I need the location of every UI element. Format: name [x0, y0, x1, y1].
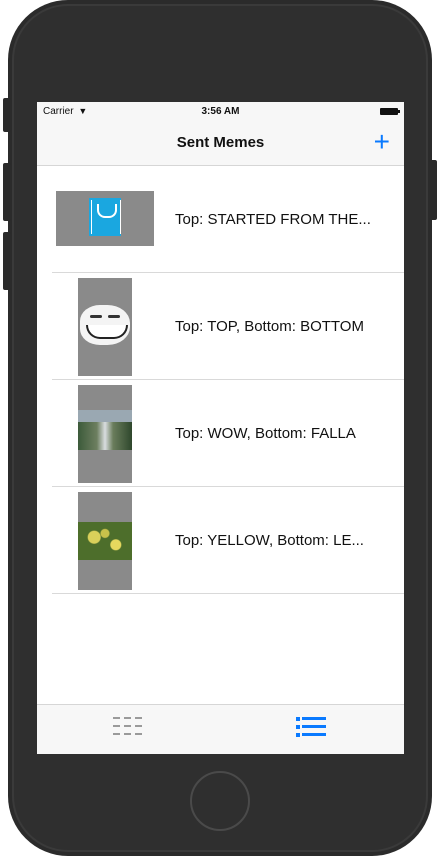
list-icon [296, 714, 326, 738]
navigation-bar: Sent Memes + [37, 122, 404, 166]
meme-thumbnail [78, 278, 132, 376]
troll-mouth [86, 325, 128, 339]
tab-grid[interactable] [37, 705, 220, 754]
waterfall-sky [78, 410, 132, 422]
meme-thumbnail [78, 385, 132, 483]
meme-label: Top: WOW, Bottom: FALLA [175, 425, 356, 442]
meme-thumbnail [56, 191, 154, 246]
home-button[interactable] [190, 771, 250, 831]
phone-screen: Carrier ▼ 3:56 AM Sent Memes + Top: STAR… [37, 102, 404, 754]
table-row[interactable]: Top: STARTED FROM THE... [37, 166, 404, 273]
status-time: 3:56 AM [201, 106, 240, 117]
volume-down-button [3, 232, 11, 290]
udacity-logo-image [89, 198, 121, 236]
sent-memes-table: Top: STARTED FROM THE... Top: TOP, Botto… [37, 166, 404, 594]
yellow-flowers-image [78, 522, 132, 560]
meme-label: Top: YELLOW, Bottom: LE... [175, 532, 364, 549]
add-meme-button[interactable]: + [374, 126, 390, 158]
mute-switch [3, 98, 11, 132]
troll-eye [108, 315, 120, 318]
meme-thumbnail [78, 492, 132, 590]
table-row[interactable]: Top: YELLOW, Bottom: LE... [37, 487, 404, 594]
meme-label: Top: TOP, Bottom: BOTTOM [175, 318, 364, 335]
status-bar: Carrier ▼ 3:56 AM [37, 102, 404, 122]
tab-list[interactable] [221, 705, 404, 754]
troll-eye [90, 315, 102, 318]
logo-u-shape [97, 204, 117, 218]
battery-icon [380, 108, 400, 115]
page-title: Sent Memes [176, 134, 265, 151]
troll-face-image [80, 305, 130, 345]
power-button [429, 160, 437, 220]
tab-bar [37, 704, 404, 754]
meme-label: Top: STARTED FROM THE... [175, 211, 371, 228]
table-row[interactable]: Top: TOP, Bottom: BOTTOM [37, 273, 404, 380]
volume-up-button [3, 163, 11, 221]
row-separator [52, 593, 404, 594]
grid-icon [113, 715, 143, 739]
table-row[interactable]: Top: WOW, Bottom: FALLA [37, 380, 404, 487]
